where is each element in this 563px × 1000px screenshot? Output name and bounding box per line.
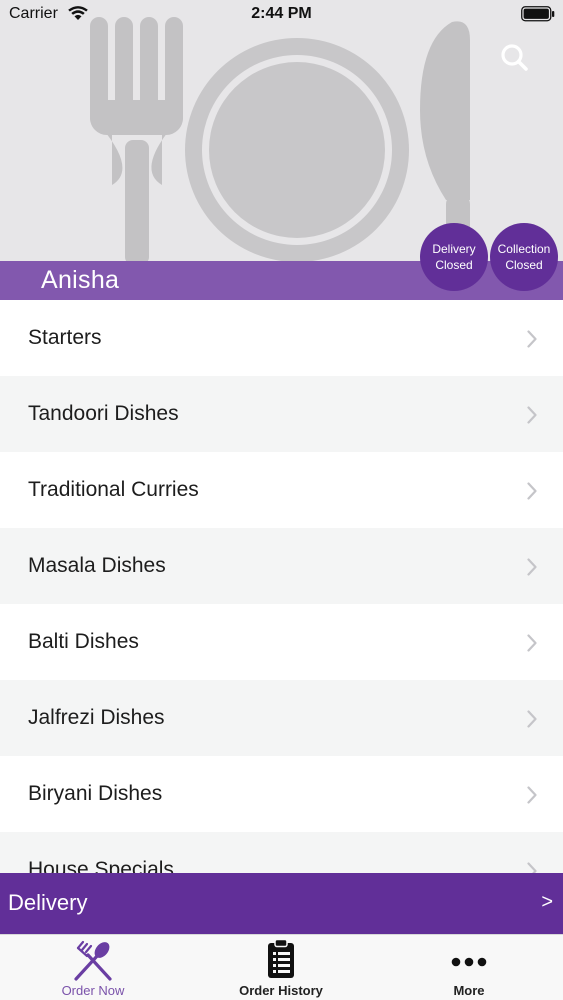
menu-category-list[interactable]: Starters Tandoori Dishes Traditional Cur… (0, 300, 563, 873)
collection-status-line1: Collection (497, 242, 551, 256)
category-label: Jalfrezi Dishes (28, 706, 165, 729)
delivery-mode-bar[interactable]: Delivery > (0, 873, 563, 934)
status-bar: Carrier 2:44 PM (0, 0, 563, 30)
restaurant-name: Anisha (41, 266, 120, 294)
chevron-right-icon (527, 482, 537, 500)
category-label: Masala Dishes (28, 554, 166, 577)
collection-status-badge: Collection Closed (490, 223, 558, 291)
collection-status-line2: Closed (505, 258, 543, 272)
menu-category-tandoori-dishes[interactable]: Tandoori Dishes (0, 376, 563, 452)
search-button[interactable] (497, 40, 533, 76)
delivery-status-badge: Delivery Closed (420, 223, 488, 291)
menu-category-starters[interactable]: Starters (0, 300, 563, 376)
tab-bar: Order Now Order History More (0, 934, 563, 1000)
tab-order-history[interactable]: Order History (211, 935, 351, 1000)
category-label: Biryani Dishes (28, 782, 163, 805)
battery-icon (521, 6, 555, 22)
fork-spoon-icon (74, 940, 112, 981)
tab-more[interactable]: More (399, 935, 539, 1000)
menu-category-jalfrezi-dishes[interactable]: Jalfrezi Dishes (0, 680, 563, 756)
chevron-right-icon (527, 710, 537, 728)
category-label: Starters (28, 326, 102, 349)
tab-label: Order History (239, 983, 323, 998)
chevron-right-icon (527, 558, 537, 576)
menu-category-traditional-curries[interactable]: Traditional Curries (0, 452, 563, 528)
more-dots-icon (451, 957, 487, 967)
delivery-arrow-icon: > (541, 891, 553, 913)
chevron-right-icon (527, 862, 537, 873)
menu-category-masala-dishes[interactable]: Masala Dishes (0, 528, 563, 604)
tab-label: More (453, 983, 485, 998)
menu-category-biryani-dishes[interactable]: Biryani Dishes (0, 756, 563, 832)
menu-category-balti-dishes[interactable]: Balti Dishes (0, 604, 563, 680)
category-label: Tandoori Dishes (28, 402, 179, 425)
clock: 2:44 PM (251, 5, 312, 22)
tab-order-now[interactable]: Order Now (23, 935, 163, 1000)
chevron-right-icon (527, 406, 537, 424)
delivery-mode-label: Delivery (8, 890, 88, 915)
chevron-right-icon (527, 634, 537, 652)
category-label: Balti Dishes (28, 630, 139, 653)
delivery-status-line1: Delivery (432, 242, 476, 256)
tab-label: Order Now (61, 983, 125, 998)
clipboard-list-icon (268, 938, 294, 978)
chevron-right-icon (527, 330, 537, 348)
delivery-status-line2: Closed (435, 258, 473, 272)
chevron-right-icon (527, 786, 537, 804)
menu-category-house-specials[interactable]: House Specials (0, 832, 563, 873)
category-label: Traditional Curries (28, 478, 199, 501)
search-icon (501, 44, 528, 71)
category-label: House Specials (28, 858, 174, 873)
